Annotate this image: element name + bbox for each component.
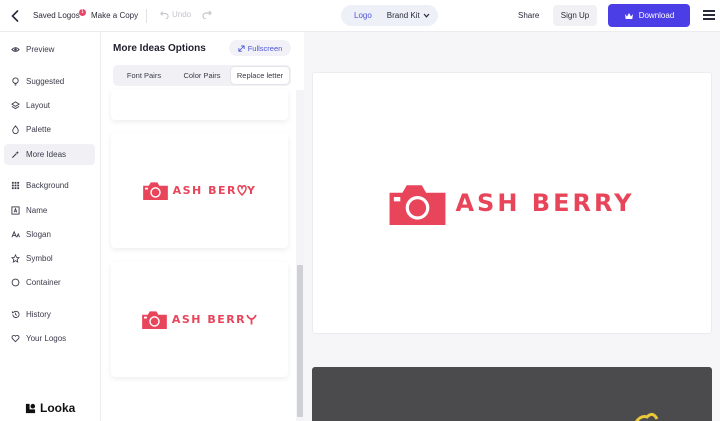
scrollbar-thumb[interactable] — [297, 265, 303, 417]
undo-icon — [160, 11, 169, 19]
sidebar-item-label: Suggested — [26, 77, 65, 86]
sidebar-item-name[interactable]: Name — [4, 200, 95, 221]
sidebar-item-container[interactable]: Container — [4, 272, 95, 293]
logo-preview-card[interactable]: ASH BERRY — [312, 72, 712, 334]
sidebar-item-symbol[interactable]: Symbol — [4, 248, 95, 269]
looka-wordmark: Looka — [40, 401, 76, 415]
main-logo-text: ASH BERRY — [455, 189, 635, 217]
slogan-icon — [11, 230, 20, 238]
make-copy-button[interactable]: Make a Copy — [91, 11, 138, 20]
more-ideas-panel: More Ideas Options Fullscreen Font Pairs… — [101, 32, 304, 421]
grid-icon — [11, 181, 20, 190]
sidebar-item-label: Name — [26, 206, 48, 215]
sidebar-item-label: Layout — [26, 101, 51, 110]
camera-icon — [142, 182, 168, 200]
back-arrow-icon[interactable] — [8, 8, 22, 24]
expand-icon — [238, 44, 245, 52]
sidebar-item-label: Symbol — [26, 254, 53, 263]
chevron-down-icon — [423, 13, 430, 18]
tab-replace-letter[interactable]: Replace letter — [231, 67, 289, 84]
idea-card[interactable]: ASH BERR — [111, 262, 288, 377]
bulb-icon — [12, 77, 19, 86]
download-label: Download — [638, 11, 675, 20]
preview-area: ASH BERRY — [304, 32, 720, 421]
sidebar-item-label: Your Logos — [26, 334, 67, 343]
y-stylized-icon — [246, 314, 257, 325]
sidebar-item-label: More Ideas — [26, 150, 67, 159]
circle-icon — [11, 278, 20, 287]
saved-logos-link[interactable]: Saved Logos — [33, 11, 80, 20]
fullscreen-button[interactable]: Fullscreen — [229, 40, 291, 56]
hamburger-menu-icon[interactable] — [703, 10, 715, 20]
sidebar: Preview Suggested Layout Palette More Id… — [0, 32, 101, 421]
text-box-icon — [11, 206, 20, 215]
sidebar-item-palette[interactable]: Palette — [4, 119, 95, 140]
idea-card[interactable]: ASH BER Y — [111, 133, 288, 248]
sign-up-button[interactable]: Sign Up — [553, 5, 597, 26]
redo-icon[interactable] — [202, 9, 212, 21]
heart-stylized-icon — [237, 185, 247, 196]
idea-card-partial[interactable] — [111, 90, 288, 120]
saved-count-badge: 1 — [79, 9, 86, 16]
mockup-preview[interactable] — [312, 367, 712, 421]
sidebar-item-label: Preview — [26, 45, 55, 54]
star-icon — [11, 254, 20, 263]
sidebar-item-label: Container — [26, 278, 61, 287]
layers-icon — [11, 101, 20, 110]
camera-icon — [141, 311, 167, 329]
tab-logo[interactable]: Logo — [354, 11, 372, 20]
sidebar-item-label: Slogan — [26, 230, 51, 239]
heart-icon — [11, 335, 20, 343]
tab-font-pairs[interactable]: Font Pairs — [115, 67, 173, 84]
sidebar-item-history[interactable]: History — [4, 304, 95, 325]
sidebar-item-label: History — [26, 310, 51, 319]
idea-logo: ASH BER Y — [142, 181, 257, 200]
panel-title: More Ideas Options — [113, 43, 206, 54]
eye-icon — [11, 47, 20, 52]
idea-logo-text: ASH BER — [172, 184, 237, 197]
mockup-accent-icon — [634, 412, 659, 421]
view-switcher: Logo Brand Kit — [341, 5, 438, 26]
wand-icon — [11, 150, 20, 159]
sidebar-item-label: Background — [26, 181, 69, 190]
idea-logo: ASH BERR — [141, 310, 257, 329]
ideas-tabs: Font Pairs Color Pairs Replace letter — [113, 65, 291, 86]
download-button[interactable]: Download — [608, 4, 690, 27]
sidebar-item-more-ideas[interactable]: More Ideas — [4, 144, 95, 165]
sidebar-item-slogan[interactable]: Slogan — [4, 224, 95, 245]
sidebar-item-background[interactable]: Background — [4, 175, 95, 196]
sidebar-item-preview[interactable]: Preview — [4, 39, 95, 60]
sidebar-item-label: Palette — [26, 125, 51, 134]
history-icon — [11, 310, 20, 319]
camera-icon — [390, 184, 446, 225]
sidebar-item-layout[interactable]: Layout — [4, 95, 95, 116]
idea-logo-text: ASH BERR — [171, 313, 247, 326]
top-bar: Saved Logos 1 Make a Copy Undo Logo Bran… — [0, 0, 720, 32]
divider — [146, 9, 147, 23]
sidebar-item-your-logos[interactable]: Your Logos — [4, 328, 95, 349]
crown-icon — [624, 12, 633, 19]
main-logo: ASH BERRY — [389, 182, 634, 225]
sidebar-item-suggested[interactable]: Suggested — [4, 71, 95, 92]
idea-logo-letter: Y — [246, 184, 257, 197]
brand-kit-label: Brand Kit — [386, 11, 420, 20]
tab-brand-kit[interactable]: Brand Kit — [387, 11, 430, 20]
drop-icon — [12, 125, 19, 134]
panel-scrollbar[interactable] — [296, 90, 304, 421]
looka-logo[interactable]: Looka — [25, 401, 75, 415]
fullscreen-label: Fullscreen — [247, 43, 283, 53]
tab-color-pairs[interactable]: Color Pairs — [173, 67, 231, 84]
undo-button[interactable]: Undo — [160, 10, 191, 19]
share-button[interactable]: Share — [518, 11, 539, 20]
undo-label: Undo — [172, 10, 192, 19]
looka-mark-icon — [25, 403, 36, 413]
